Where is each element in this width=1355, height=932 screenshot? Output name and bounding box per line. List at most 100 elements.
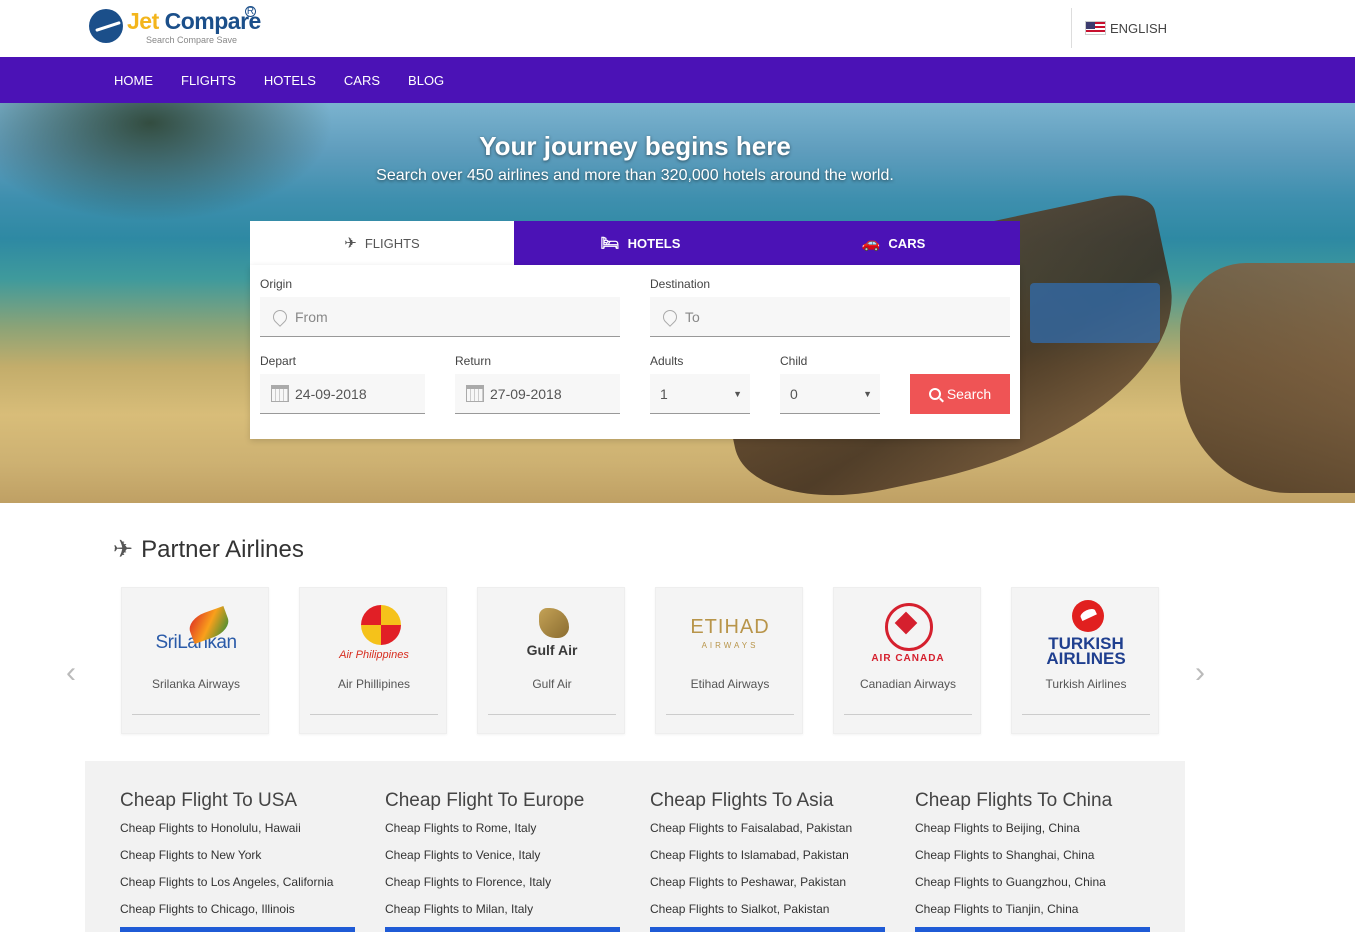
airline-name: Etihad Airways	[690, 677, 770, 691]
cheap-flight-link[interactable]: Cheap Flights to Honolulu, Hawaii	[120, 821, 301, 835]
hero-subtitle: Search over 450 airlines and more than 3…	[376, 167, 894, 184]
airline-name: Gulf Air	[532, 677, 572, 691]
tab-hotels[interactable]: 🛏 HOTELS	[514, 221, 767, 265]
search-tabs: ✈ FLIGHTS 🛏 HOTELS 🚗 CARS	[250, 221, 1020, 265]
column-accent-bar	[915, 927, 1150, 932]
depart-label: Depart	[260, 354, 297, 368]
airline-name: Canadian Airways	[859, 677, 957, 691]
gulf-air-logo: Gulf Air	[478, 600, 626, 666]
nav-home[interactable]: HOME	[114, 73, 153, 88]
airline-card-turkish[interactable]: TURKISH AIRLINES Turkish Airlines	[1011, 587, 1159, 734]
airline-card-air-canada[interactable]: AIR CANADA Canadian Airways	[833, 587, 981, 734]
origin-label: Origin	[260, 277, 293, 291]
airline-card-srilankan[interactable]: SriLankan Srilanka Airways	[121, 587, 269, 734]
location-pin-icon	[270, 306, 290, 327]
language-label: ENGLISH	[1110, 20, 1168, 36]
depart-date-value: 24-09-2018	[295, 385, 367, 402]
air-canada-logo: AIR CANADA	[834, 600, 982, 666]
cheap-flight-link[interactable]: Cheap Flights to Milan, Italy	[385, 902, 533, 916]
airline-card-air-philippines[interactable]: Air Philippines Air Phillipines	[299, 587, 447, 734]
airline-name: Srilanka Airways	[151, 677, 241, 691]
air-philippines-logo: Air Philippines	[300, 600, 448, 666]
search-panel: ✈ FLIGHTS 🛏 HOTELS 🚗 CARS Origin From De…	[250, 221, 1020, 439]
etihad-logo-text: ETIHAD AIRWAYS	[690, 616, 769, 650]
card-divider	[844, 714, 972, 715]
logo-jet: Jet	[127, 8, 159, 34]
cheap-flight-link[interactable]: Cheap Flights to Florence, Italy	[385, 875, 551, 889]
tab-hotels-label: HOTELS	[627, 235, 681, 251]
partner-airlines-heading: ✈ Partner Airlines	[113, 535, 304, 564]
cheap-flights-section: Cheap Flight To USA Cheap Flights to Hon…	[85, 761, 1185, 932]
turkish-logo: TURKISH AIRLINES	[1012, 600, 1160, 667]
car-icon: 🚗	[861, 235, 881, 252]
srilankan-logo-text: SriLankan	[155, 612, 237, 654]
carousel-prev-arrow[interactable]: ‹	[66, 656, 76, 690]
adults-value: 1	[660, 385, 668, 402]
site-logo[interactable]: Jet Compare R Search Compare Save	[89, 6, 261, 48]
card-divider	[1022, 714, 1150, 715]
return-date-input[interactable]: 27-09-2018	[455, 374, 620, 414]
cheap-flight-link[interactable]: Cheap Flights to Venice, Italy	[385, 848, 540, 862]
column-title: Cheap Flight To Europe	[385, 790, 585, 811]
nav-blog[interactable]: BLOG	[408, 73, 444, 88]
adults-select[interactable]: 1 ▼	[650, 374, 750, 414]
cheap-flight-link[interactable]: Cheap Flights to Chicago, Illinois	[120, 902, 295, 916]
destination-label: Destination	[650, 277, 711, 291]
calendar-icon	[270, 384, 290, 404]
tab-flights[interactable]: ✈ FLIGHTS	[250, 221, 514, 265]
child-label: Child	[780, 354, 808, 368]
column-accent-bar	[385, 927, 620, 932]
cheap-flight-link[interactable]: Cheap Flights to Sialkot, Pakistan	[650, 902, 829, 916]
logo-tagline: Search Compare Save	[146, 35, 238, 45]
cheap-flight-link[interactable]: Cheap Flights to New York	[120, 848, 261, 862]
nav-flights[interactable]: FLIGHTS	[181, 73, 236, 88]
card-divider	[666, 714, 794, 715]
search-button[interactable]: Search	[910, 374, 1010, 414]
cheap-flight-link[interactable]: Cheap Flights to Islamabad, Pakistan	[650, 848, 849, 862]
depart-date-input[interactable]: 24-09-2018	[260, 374, 425, 414]
partners-title: Partner Airlines	[141, 535, 304, 563]
search-button-label: Search	[946, 386, 992, 402]
cheap-flight-link[interactable]: Cheap Flights to Faisalabad, Pakistan	[650, 821, 852, 835]
dropdown-arrow-icon: ▼	[863, 389, 872, 399]
cheap-flight-link[interactable]: Cheap Flights to Tianjin, China	[915, 902, 1078, 916]
bed-icon: 🛏	[600, 235, 620, 252]
tab-cars-label: CARS	[888, 235, 926, 251]
nav-hotels[interactable]: HOTELS	[264, 73, 316, 88]
calendar-icon	[465, 384, 485, 404]
airline-card-gulf-air[interactable]: Gulf Air Gulf Air	[477, 587, 625, 734]
hero-canopy-image	[1030, 283, 1160, 343]
cheap-flight-link[interactable]: Cheap Flights to Peshawar, Pakistan	[650, 875, 846, 889]
us-flag-icon	[1085, 21, 1106, 35]
column-title: Cheap Flights To Asia	[650, 790, 834, 811]
destination-input[interactable]: To	[650, 297, 1010, 337]
column-accent-bar	[120, 927, 355, 932]
cheap-flight-link[interactable]: Cheap Flights to Los Angeles, California	[120, 875, 333, 889]
language-divider	[1071, 8, 1072, 48]
tab-cars[interactable]: 🚗 CARS	[767, 221, 1020, 265]
srilankan-logo: SriLankan	[122, 600, 270, 666]
column-title: Cheap Flight To USA	[120, 790, 298, 811]
cheap-flight-link[interactable]: Cheap Flights to Rome, Italy	[385, 821, 536, 835]
etihad-logo-main: ETIHAD	[690, 616, 770, 638]
air-canada-logo-text: AIR CANADA	[871, 602, 944, 664]
airline-card-etihad[interactable]: ETIHAD AIRWAYS Etihad Airways	[655, 587, 803, 734]
carousel-next-arrow[interactable]: ›	[1195, 656, 1205, 690]
nav-cars[interactable]: CARS	[344, 73, 380, 88]
language-selector[interactable]: ENGLISH	[1085, 19, 1167, 37]
location-pin-icon	[660, 306, 680, 327]
cheap-flight-link[interactable]: Cheap Flights to Guangzhou, China	[915, 875, 1106, 889]
cheap-flight-link[interactable]: Cheap Flights to Shanghai, China	[915, 848, 1094, 862]
logo-text: Jet Compare	[127, 8, 261, 35]
tab-flights-label: FLIGHTS	[364, 235, 420, 251]
card-divider	[132, 714, 260, 715]
child-select[interactable]: 0 ▼	[780, 374, 880, 414]
air-philippines-logo-text: Air Philippines	[339, 605, 409, 661]
plane-outline-icon: ✈	[113, 536, 134, 563]
turkish-logo-text: TURKISH AIRLINES	[1046, 600, 1126, 667]
card-divider	[310, 714, 438, 715]
origin-input[interactable]: From	[260, 297, 620, 337]
return-label: Return	[455, 354, 492, 368]
cheap-flight-link[interactable]: Cheap Flights to Beijing, China	[915, 821, 1080, 835]
origin-placeholder: From	[295, 308, 328, 325]
